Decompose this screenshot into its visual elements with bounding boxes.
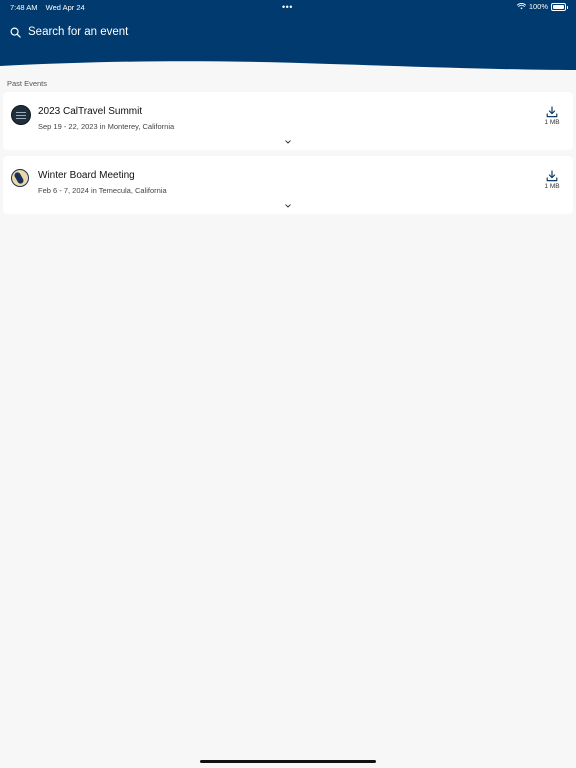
wifi-icon [516, 3, 526, 10]
download-icon [546, 106, 558, 118]
header-wave [0, 61, 576, 76]
event-card[interactable]: 2023 CalTravel Summit Sep 19 - 22, 2023 … [3, 92, 573, 150]
event-title: Winter Board Meeting [38, 170, 135, 181]
status-bar: 7:48 AM Wed Apr 24 ••• 100% [0, 0, 576, 14]
battery-percent: 100% [528, 2, 548, 11]
search-icon [10, 27, 21, 38]
caltravel-logo-icon [11, 105, 31, 125]
event-card[interactable]: Winter Board Meeting Feb 6 - 7, 2024 in … [3, 156, 573, 214]
battery-icon [551, 2, 568, 11]
expand-chevron-icon[interactable] [284, 138, 292, 146]
status-time: 7:48 AM [10, 3, 38, 12]
download-button[interactable]: 1 MB [544, 170, 560, 190]
download-icon [546, 170, 558, 182]
event-dates-location: Sep 19 - 22, 2023 in Monterey, Californi… [38, 122, 175, 131]
home-indicator[interactable] [200, 760, 376, 763]
section-heading-past-events: Past Events [7, 79, 48, 88]
header: 7:48 AM Wed Apr 24 ••• 100% Search for a… [0, 0, 576, 76]
status-left: 7:48 AM Wed Apr 24 [10, 3, 85, 12]
expand-chevron-icon[interactable] [284, 202, 292, 210]
search-bar[interactable]: Search for an event [10, 26, 128, 38]
search-input[interactable]: Search for an event [28, 26, 128, 38]
download-size: 1 MB [544, 183, 560, 190]
event-dates-location: Feb 6 - 7, 2024 in Temecula, California [38, 186, 167, 195]
status-date: Wed Apr 24 [45, 3, 85, 12]
multitasking-dots[interactable]: ••• [282, 2, 293, 12]
california-logo-icon [11, 169, 29, 187]
download-size: 1 MB [544, 119, 560, 126]
status-right: 100% [516, 2, 568, 11]
event-title: 2023 CalTravel Summit [38, 106, 143, 117]
download-button[interactable]: 1 MB [544, 106, 560, 126]
